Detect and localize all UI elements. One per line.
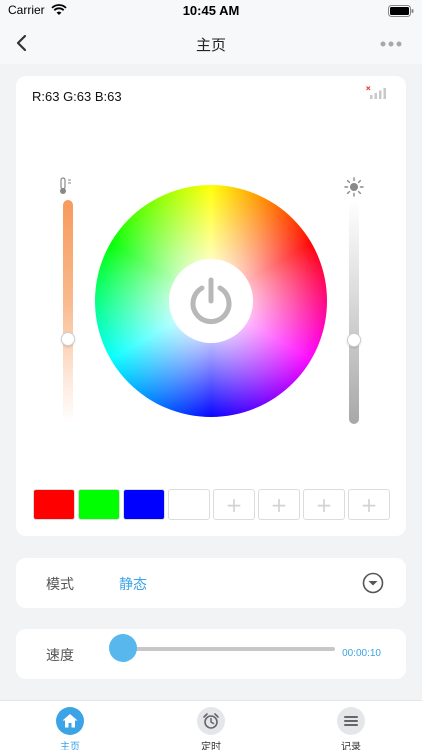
page-title: 主页 [195,36,226,54]
tab-timer[interactable]: 定时 [171,705,251,750]
speed-control: 速度 00:00:10 [16,629,406,679]
home-icon [56,707,84,735]
speed-slider-track[interactable] [122,647,335,651]
brightness-thumb[interactable] [347,333,361,347]
speed-slider-thumb[interactable] [109,634,137,662]
add-swatch-button[interactable]: + [348,489,390,520]
color-control-card: R:63 G:63 B:63 + + + + [16,76,406,536]
speed-label: 速度 [46,648,74,664]
tab-timer-label: 定时 [201,742,221,750]
tab-records-label: 记录 [341,742,361,750]
more-options-icon[interactable] [380,41,402,47]
color-swatch-row: + + + + [33,489,391,520]
power-icon [190,277,232,325]
tab-records[interactable]: 记录 [311,705,391,750]
color-temperature-thumb[interactable] [61,332,75,346]
thermometer-icon [60,177,71,194]
tab-home-label: 主页 [60,742,80,750]
nav-bar: 主页 [0,24,422,64]
chevron-down-circle-icon[interactable] [362,572,384,594]
swatch-green[interactable] [78,489,120,520]
speed-time-value: 00:00:10 [342,648,381,659]
tab-home[interactable]: 主页 [30,705,110,750]
status-time: 10:45 AM [182,3,240,18]
battery-icon [388,5,414,17]
rgb-readout: R:63 G:63 B:63 [32,89,122,104]
swatch-white[interactable] [168,489,210,520]
add-swatch-button[interactable]: + [213,489,255,520]
add-swatch-button[interactable]: + [303,489,345,520]
brightness-slider[interactable] [349,200,359,424]
mode-value[interactable]: 静态 [119,574,147,594]
swatch-blue[interactable] [123,489,165,520]
list-icon [337,707,365,735]
status-bar: Carrier 10:45 AM [0,0,422,24]
alarm-clock-icon [197,707,225,735]
signal-disconnected-icon [366,86,386,99]
color-temperature-slider[interactable] [63,200,73,424]
swatch-red[interactable] [33,489,75,520]
color-wheel[interactable] [95,185,327,417]
add-swatch-button[interactable]: + [258,489,300,520]
mode-selector[interactable]: 模式 静态 [16,558,406,608]
tab-bar: 主页 定时 记录 [0,700,422,750]
brightness-sun-icon [344,177,364,197]
power-button[interactable] [169,259,253,343]
mode-label: 模式 [46,577,74,593]
